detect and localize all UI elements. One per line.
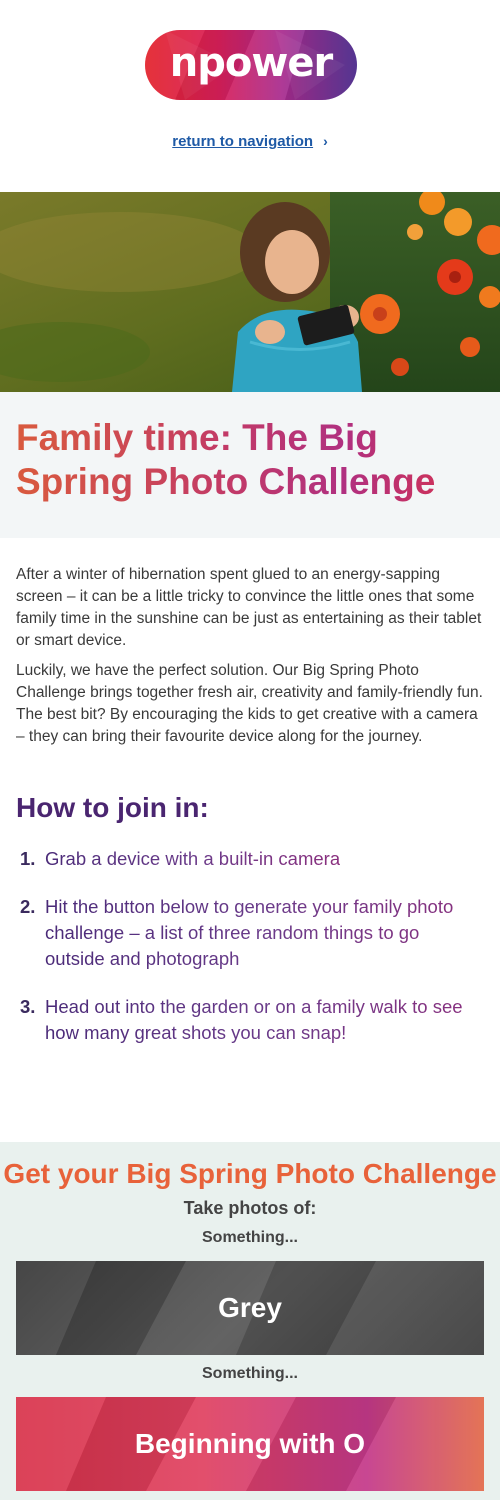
article-title-band: Family time: The Big Spring Photo Challe…	[0, 392, 500, 538]
challenge-card-grey: Grey	[16, 1261, 484, 1355]
hero-image-girl-photographing-flowers	[0, 192, 500, 392]
article-body: After a winter of hibernation spent glue…	[0, 538, 500, 1046]
step-number: 1.	[20, 848, 36, 869]
return-to-navigation-link[interactable]: return to navigation ›	[0, 133, 500, 150]
return-to-navigation-label[interactable]: return to navigation	[172, 133, 313, 150]
challenge-item-label: Something...	[202, 1229, 298, 1246]
step-number: 2.	[20, 896, 36, 917]
challenge-title: Get your Big Spring Photo Challenge	[3, 1158, 497, 1189]
page-header: npower return to navigation ›	[0, 0, 500, 192]
step-text: Hit the button below to generate your fa…	[45, 894, 484, 972]
step-item: 1. Grab a device with a built-in camera	[16, 846, 484, 872]
challenge-item-label: Something...	[202, 1365, 298, 1382]
intro-paragraph-1: After a winter of hibernation spent glue…	[16, 566, 482, 649]
challenge-value: Beginning with O	[134, 1428, 366, 1459]
logo-wordmark: npower	[169, 40, 333, 86]
challenge-subtitle: Take photos of:	[183, 1198, 317, 1218]
challenge-card-colour: Beginning with O	[16, 1397, 484, 1491]
photo-challenge-section: Get your Big Spring Photo Challenge Take…	[0, 1142, 500, 1500]
npower-logo[interactable]: npower	[145, 30, 357, 100]
how-to-join-heading: How to join in:	[16, 792, 209, 823]
chevron-right-icon: ›	[323, 133, 328, 149]
step-item: 2. Hit the button below to generate your…	[16, 894, 484, 972]
step-item: 3. Head out into the garden or on a fami…	[16, 994, 484, 1046]
article-title: Family time: The Big Spring Photo Challe…	[16, 416, 484, 504]
step-text: Grab a device with a built-in camera	[45, 846, 340, 872]
steps-list: 1. Grab a device with a built-in camera …	[16, 846, 484, 1046]
challenge-value: Grey	[218, 1292, 282, 1323]
intro-paragraph-2: Luckily, we have the perfect solution. O…	[16, 662, 483, 745]
step-text: Head out into the garden or on a family …	[45, 994, 484, 1046]
step-number: 3.	[20, 996, 36, 1017]
